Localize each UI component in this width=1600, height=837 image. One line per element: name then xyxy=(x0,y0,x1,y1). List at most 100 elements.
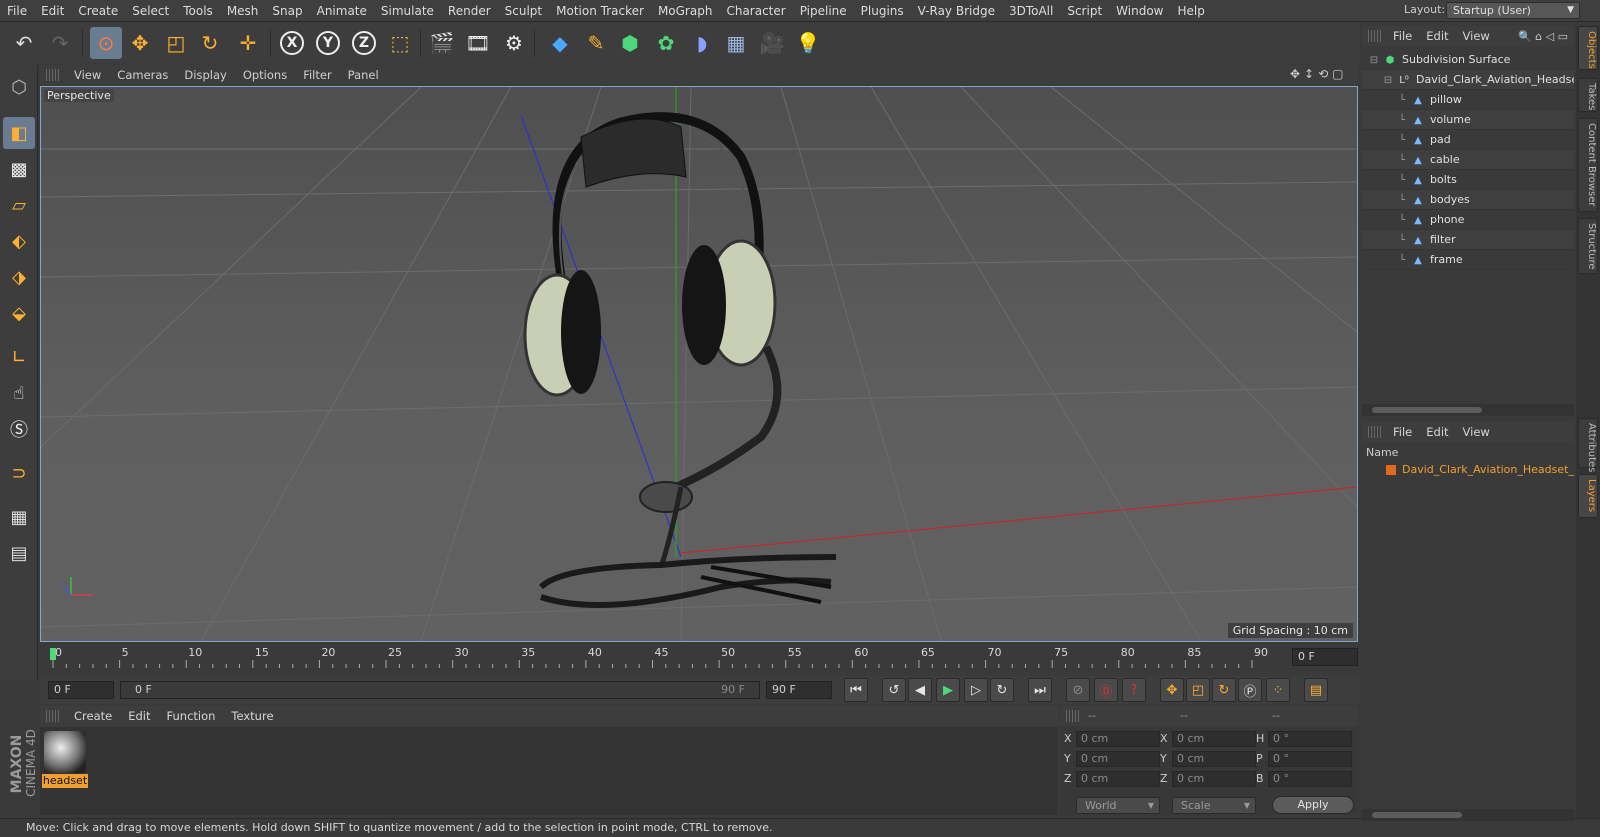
record-keys-icon[interactable]: ⊘ xyxy=(1066,678,1090,702)
menu-item-file[interactable]: File xyxy=(0,4,34,18)
edges-mode-icon[interactable]: ⬗ xyxy=(3,261,35,293)
layers-menu-view[interactable]: View xyxy=(1456,425,1497,439)
side-tab-content-browser[interactable]: Content Browser xyxy=(1578,118,1598,212)
snapping-icon[interactable]: ⊃ xyxy=(3,457,35,489)
objects-panel-icons[interactable]: 🔍 ⌂ ◁ ▭ xyxy=(1518,30,1568,43)
object-tree-row[interactable]: └ ▲ pillow xyxy=(1362,90,1574,110)
previous-frame-icon[interactable]: ◀ xyxy=(908,678,932,702)
texture-mode-icon[interactable]: ▩ xyxy=(3,153,35,185)
render-picture-viewer-icon[interactable]: 🎞 xyxy=(462,27,494,59)
menu-item-character[interactable]: Character xyxy=(719,4,792,18)
go-to-end-icon[interactable]: ⏭ xyxy=(1028,678,1052,702)
material-menu-function[interactable]: Function xyxy=(159,709,224,723)
material-menu-texture[interactable]: Texture xyxy=(223,709,281,723)
menu-item-3dtoall[interactable]: 3DToAll xyxy=(1002,4,1060,18)
move-tool-icon[interactable]: ✥ xyxy=(124,27,156,59)
undo-icon[interactable]: ↶ xyxy=(8,27,40,59)
material-thumbnail[interactable] xyxy=(44,731,86,773)
expand-icon[interactable]: ⊟ xyxy=(1382,71,1394,89)
transform-tool-icon[interactable]: ✛ xyxy=(232,27,264,59)
coordinate-space-dropdown[interactable]: World ▼ xyxy=(1076,797,1160,814)
menu-item-window[interactable]: Window xyxy=(1109,4,1170,18)
coordinate-mode-dropdown[interactable]: Scale ▼ xyxy=(1172,797,1256,814)
layers-horizontal-scrollbar[interactable] xyxy=(1362,809,1574,821)
model-mode-icon[interactable]: ◧ xyxy=(3,117,35,149)
menu-item-snap[interactable]: Snap xyxy=(265,4,309,18)
select-tool-icon[interactable]: ⊙ xyxy=(90,27,122,59)
material-menu-create[interactable]: Create xyxy=(66,709,120,723)
menu-item-render[interactable]: Render xyxy=(441,4,498,18)
apply-button[interactable]: Apply xyxy=(1272,796,1354,814)
camera-icon[interactable]: 🎥 xyxy=(756,27,788,59)
polygons-mode-icon[interactable]: ⬙ xyxy=(3,297,35,329)
next-key-icon[interactable]: ↻ xyxy=(990,678,1014,702)
key-position-icon[interactable]: ✥ xyxy=(1160,678,1184,702)
layer-row[interactable]: David_Clark_Aviation_Headset_Ha xyxy=(1362,461,1574,479)
play-icon[interactable]: ▶ xyxy=(936,678,960,702)
menu-item-motion-tracker[interactable]: Motion Tracker xyxy=(549,4,651,18)
object-tree-row[interactable]: └ ▲ cable xyxy=(1362,150,1574,170)
points-mode-icon[interactable]: ⬖ xyxy=(3,225,35,257)
coord-size-field[interactable]: 0 cm xyxy=(1172,731,1256,747)
object-tree-row[interactable]: └ ▲ phone xyxy=(1362,210,1574,230)
object-tree-row[interactable]: └ ▲ frame xyxy=(1362,250,1574,270)
object-tree-row[interactable]: ⊟ L⁰ David_Clark_Aviation_Headset_H xyxy=(1362,70,1574,90)
viewport-menu-options[interactable]: Options xyxy=(235,68,295,82)
layers-menu-edit[interactable]: Edit xyxy=(1419,425,1455,439)
timeline-window-icon[interactable]: ▤ xyxy=(1304,678,1328,702)
render-view-icon[interactable]: 🎬 xyxy=(426,27,458,59)
side-tab-attributes[interactable]: Attributes xyxy=(1578,418,1598,472)
layout-select[interactable]: Startup (User) ▼ xyxy=(1446,2,1580,19)
menu-item-animate[interactable]: Animate xyxy=(310,4,374,18)
rotate-tool-icon[interactable]: ↻ xyxy=(194,27,226,59)
menu-item-pipeline[interactable]: Pipeline xyxy=(793,4,854,18)
viewport-camera-label[interactable]: Perspective xyxy=(44,89,114,102)
menu-item-mesh[interactable]: Mesh xyxy=(220,4,266,18)
render-settings-icon[interactable]: ⚙ xyxy=(498,27,530,59)
viewport-menu-display[interactable]: Display xyxy=(176,68,234,82)
viewport-menu-view[interactable]: View xyxy=(66,68,109,82)
menu-item-edit[interactable]: Edit xyxy=(34,4,71,18)
make-editable-icon[interactable]: ⬡ xyxy=(3,71,35,103)
material-name-label[interactable]: headset xyxy=(42,774,88,788)
side-tab-layers[interactable]: Layers xyxy=(1578,474,1598,518)
coordinate-system-icon[interactable]: ⬚ xyxy=(384,27,416,59)
coord-rotation-field[interactable]: 0 ° xyxy=(1268,751,1352,767)
next-frame-icon[interactable]: ▷ xyxy=(964,678,988,702)
menu-item-help[interactable]: Help xyxy=(1170,4,1211,18)
scrollbar-thumb[interactable] xyxy=(1372,407,1482,413)
redo-icon[interactable]: ↷ xyxy=(44,27,76,59)
objects-menu-file[interactable]: File xyxy=(1386,29,1419,43)
object-tree-row[interactable]: └ ▲ pad xyxy=(1362,130,1574,150)
start-frame-field[interactable]: 0 F xyxy=(48,681,114,699)
layers-menu-file[interactable]: File xyxy=(1386,425,1419,439)
x-axis-lock-icon[interactable]: X xyxy=(276,27,308,59)
frame-range-slider[interactable]: 0 F 90 F xyxy=(120,681,760,699)
scrollbar-thumb[interactable] xyxy=(1372,812,1462,818)
objects-menu-edit[interactable]: Edit xyxy=(1419,29,1455,43)
workplane-lock-icon[interactable]: ▦ xyxy=(3,501,35,533)
side-tab-objects[interactable]: Objects xyxy=(1578,26,1598,70)
menu-item-script[interactable]: Script xyxy=(1060,4,1109,18)
layer-color-swatch[interactable] xyxy=(1386,465,1396,475)
menu-item-select[interactable]: Select xyxy=(125,4,176,18)
viewport-menu-filter[interactable]: Filter xyxy=(295,68,339,82)
y-axis-lock-icon[interactable]: Y xyxy=(312,27,344,59)
current-frame-field[interactable]: 0 F xyxy=(1292,648,1358,666)
solo-mode-icon[interactable]: Ⓢ xyxy=(3,413,35,445)
axis-mode-icon[interactable]: ∟ xyxy=(3,341,35,373)
menu-item-plugins[interactable]: Plugins xyxy=(854,4,911,18)
viewport-menu-cameras[interactable]: Cameras xyxy=(109,68,176,82)
scale-tool-icon[interactable]: ◰ xyxy=(160,27,192,59)
previous-key-icon[interactable]: ↺ xyxy=(882,678,906,702)
menu-item-sculpt[interactable]: Sculpt xyxy=(498,4,549,18)
coord-rotation-field[interactable]: 0 ° xyxy=(1268,731,1352,747)
viewport-menu-panel[interactable]: Panel xyxy=(340,68,387,82)
cube-primitive-icon[interactable]: ◆ xyxy=(544,27,576,59)
key-parameter-icon[interactable]: Ⓟ xyxy=(1238,678,1262,702)
menu-item-simulate[interactable]: Simulate xyxy=(374,4,441,18)
keyframe-selection-icon[interactable]: ? xyxy=(1122,678,1146,702)
floor-scene-icon[interactable]: ▦ xyxy=(720,27,752,59)
object-tree-row[interactable]: └ ▲ bodyes xyxy=(1362,190,1574,210)
material-menu-edit[interactable]: Edit xyxy=(120,709,158,723)
